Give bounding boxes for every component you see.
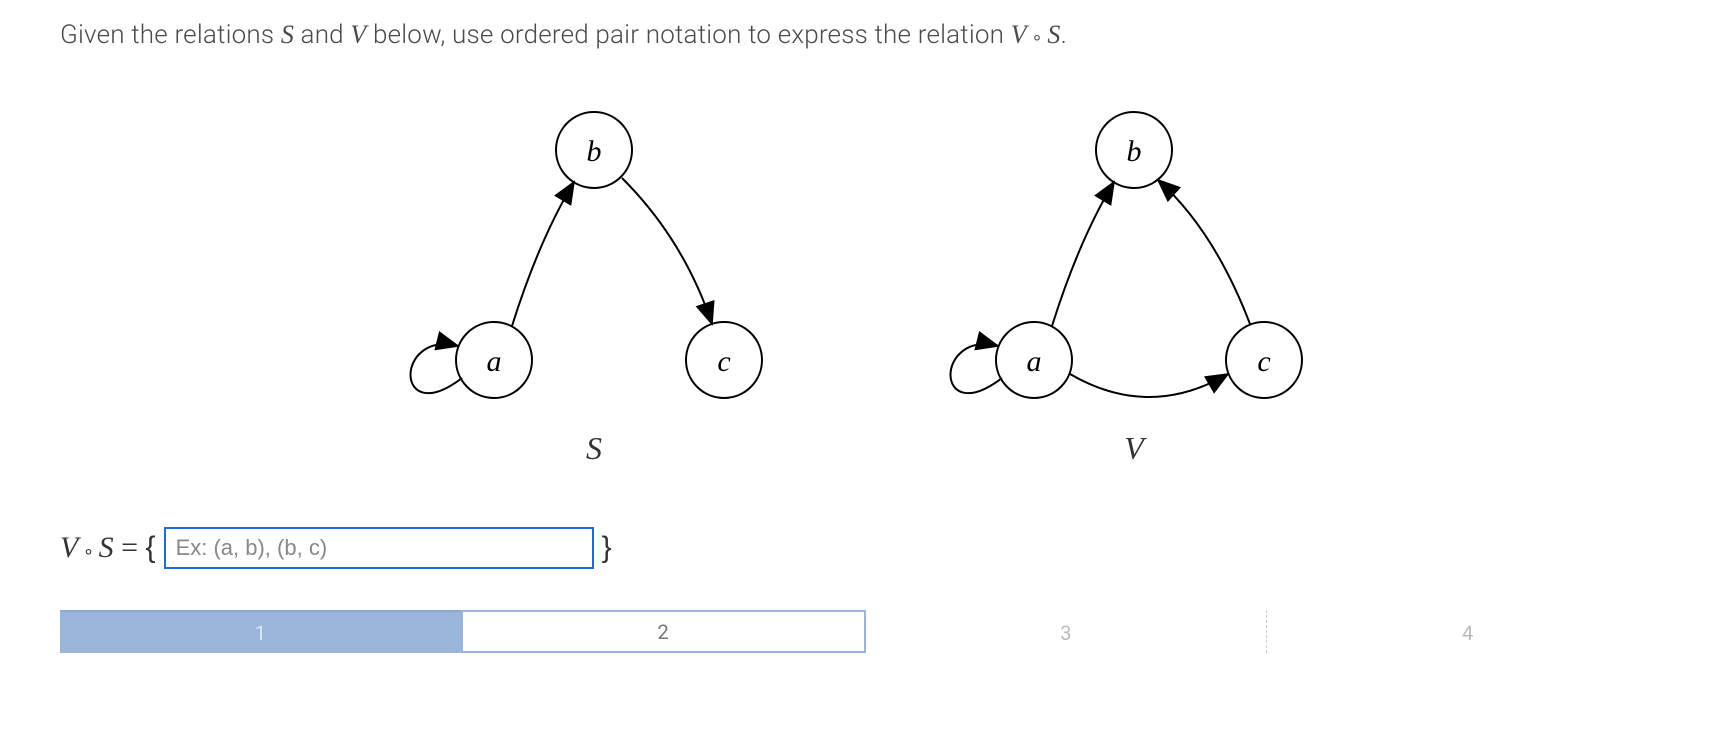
- q-mid2: below, use ordered pair notation to expr…: [366, 20, 1010, 50]
- q-suffix: .: [1061, 20, 1067, 50]
- node-s-a-label: a: [487, 345, 502, 378]
- edge-s-aa: [410, 344, 462, 393]
- q-circ: ∘: [1027, 27, 1048, 48]
- node-s-b-label: b: [587, 135, 602, 168]
- edge-v-ab: [1052, 182, 1114, 326]
- edge-v-ac: [1070, 374, 1228, 397]
- node-s-c-label: c: [717, 345, 730, 378]
- node-v-a-label: a: [1027, 345, 1042, 378]
- edge-v-aa: [950, 344, 1002, 393]
- diagrams-container: b a c S b a c: [60, 90, 1668, 467]
- step-1[interactable]: 1: [60, 610, 461, 653]
- answer-row: V ∘ S = { }: [60, 527, 1668, 569]
- step-4-label: 4: [1462, 621, 1473, 645]
- step-2[interactable]: 2: [461, 610, 866, 653]
- step-3[interactable]: 3: [866, 610, 1267, 653]
- edge-v-cb: [1158, 180, 1250, 324]
- diagram-v-svg: b a c: [924, 90, 1344, 450]
- edge-s-ab: [512, 182, 574, 326]
- step-2-label: 2: [658, 620, 669, 644]
- q-comp-v: V: [1011, 20, 1027, 49]
- diagram-s-block: b a c S: [384, 90, 804, 467]
- answer-lhs: V ∘ S = {: [60, 531, 156, 565]
- answer-v: V: [60, 531, 78, 564]
- edge-s-bc: [622, 178, 712, 324]
- answer-input[interactable]: [164, 527, 594, 569]
- q-prefix: Given the relations: [60, 20, 281, 50]
- step-1-label: 1: [255, 621, 266, 645]
- answer-s: S: [99, 531, 114, 564]
- diagram-s-svg: b a c: [384, 90, 804, 450]
- q-rel1: S: [281, 20, 294, 49]
- q-rel2: V: [350, 20, 366, 49]
- answer-close-brace: }: [602, 531, 612, 565]
- node-v-b-label: b: [1127, 135, 1142, 168]
- question-text: Given the relations S and V below, use o…: [60, 20, 1668, 50]
- answer-circ: ∘: [78, 541, 98, 561]
- diagram-v-block: b a c V: [924, 90, 1344, 467]
- q-comp-s: S: [1047, 20, 1060, 49]
- steps-row: 1 2 3 4: [60, 609, 1668, 653]
- node-v-c-label: c: [1257, 345, 1270, 378]
- step-3-label: 3: [1060, 621, 1071, 645]
- diagram-v-label: V: [1124, 430, 1144, 467]
- q-mid1: and: [294, 20, 350, 50]
- answer-open-brace: {: [146, 531, 156, 564]
- step-4[interactable]: 4: [1266, 610, 1668, 653]
- diagram-s-label: S: [586, 430, 602, 467]
- answer-equals: =: [114, 531, 146, 564]
